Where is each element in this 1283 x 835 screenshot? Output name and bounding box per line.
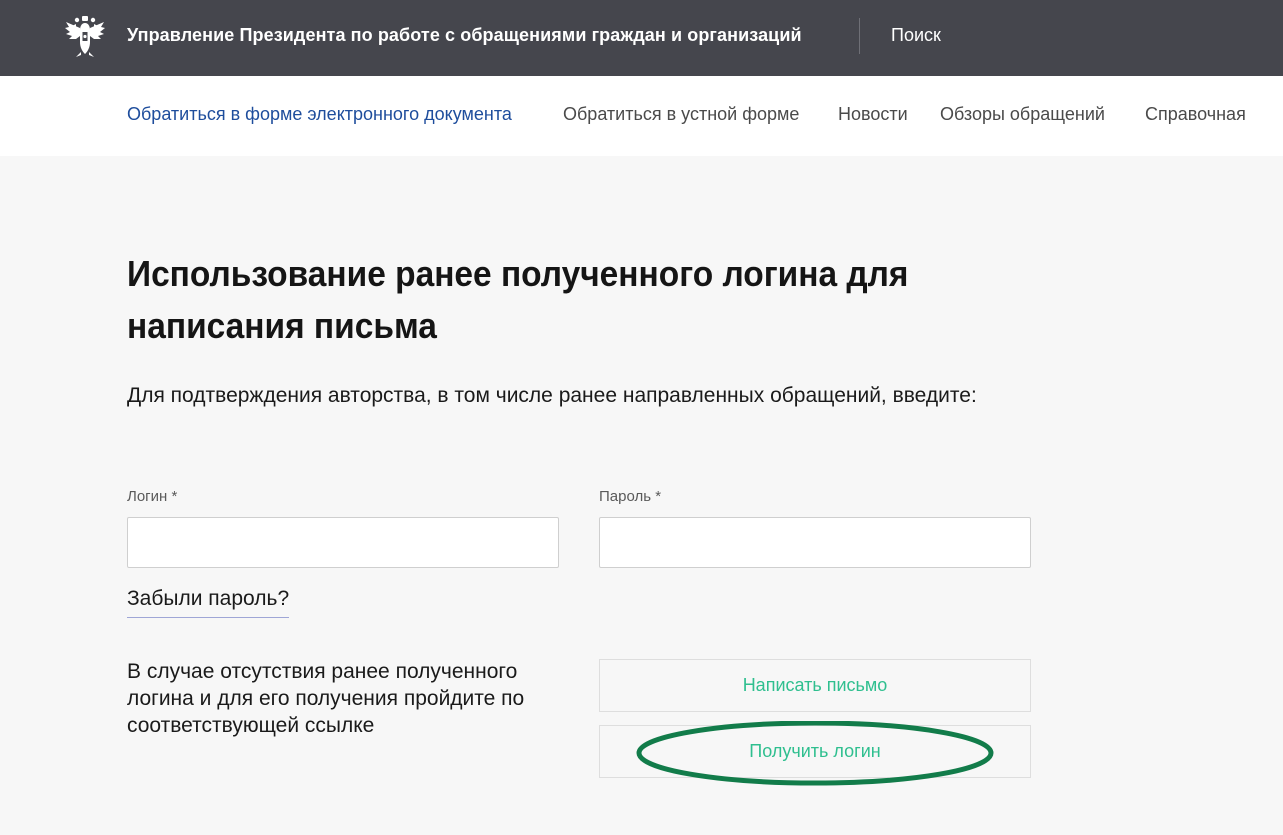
- intro-text: Для подтверждения авторства, в том числе…: [127, 384, 977, 407]
- forgot-password-link[interactable]: Забыли пароль?: [127, 587, 290, 618]
- page-title: Использование ранее полученного логина д…: [127, 253, 909, 346]
- password-input[interactable]: [599, 517, 1031, 568]
- nav-item-oral-form[interactable]: Обратиться в устной форме: [563, 104, 799, 125]
- notice-text: В случае отсутствия ранее полученного ло…: [127, 660, 525, 737]
- top-bar: Управление Президента по работе с обраще…: [0, 0, 1283, 76]
- nav-item-reviews[interactable]: Обзоры обращений: [940, 104, 1105, 125]
- double-headed-eagle-icon[interactable]: [64, 14, 106, 58]
- topbar-divider: [859, 18, 860, 54]
- nav-item-reference[interactable]: Справочная: [1145, 104, 1246, 125]
- login-label: Логин *: [127, 488, 178, 505]
- write-letter-button[interactable]: Написать письмо: [599, 659, 1031, 712]
- get-login-button[interactable]: Получить логин: [599, 725, 1031, 778]
- nav-item-news[interactable]: Новости: [838, 104, 908, 125]
- login-input[interactable]: [127, 517, 559, 568]
- search-link[interactable]: Поиск: [891, 25, 941, 46]
- main-nav: Обратиться в форме электронного документ…: [0, 76, 1283, 156]
- org-title[interactable]: Управление Президента по работе с обраще…: [127, 25, 802, 46]
- password-label: Пароль *: [599, 488, 662, 505]
- nav-item-electronic-document[interactable]: Обратиться в форме электронного документ…: [127, 104, 512, 125]
